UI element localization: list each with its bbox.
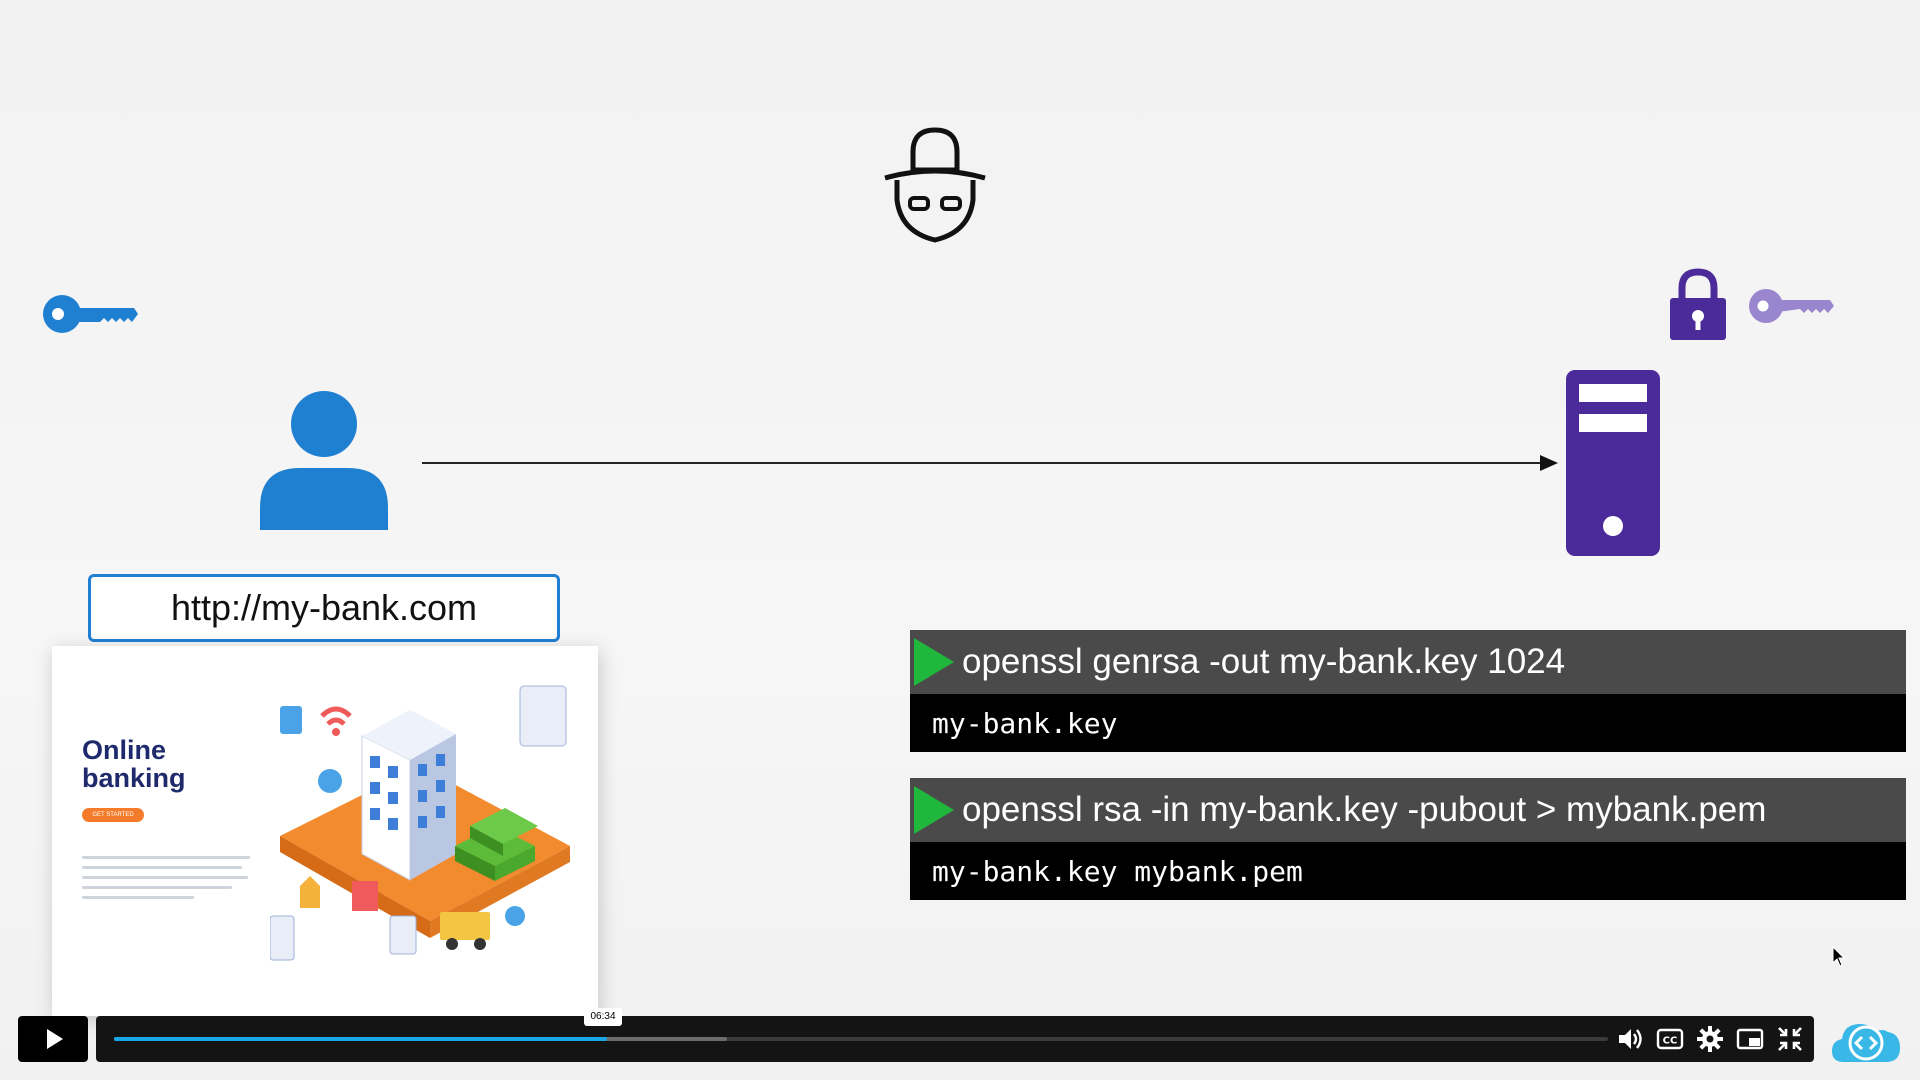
- terminal-command-row: openssl rsa -in my-bank.key -pubout > my…: [910, 778, 1906, 842]
- preview-text-line: [82, 866, 242, 869]
- settings-icon[interactable]: [1696, 1025, 1724, 1053]
- hacker-icon: [884, 127, 986, 243]
- preview-text-line: [82, 876, 248, 879]
- prompt-arrow-icon: [914, 638, 954, 686]
- played-bar: [114, 1037, 608, 1041]
- mouse-cursor-icon: [1832, 946, 1846, 967]
- captions-icon[interactable]: CC: [1656, 1025, 1684, 1053]
- progress-track[interactable]: [114, 1037, 1608, 1041]
- terminal-block-pubout: openssl rsa -in my-bank.key -pubout > my…: [910, 778, 1906, 900]
- url-bar: http://my-bank.com: [88, 574, 560, 642]
- exit-fullscreen-icon[interactable]: [1776, 1025, 1804, 1053]
- key-icon: [1749, 289, 1834, 323]
- time-tooltip: 06:34: [584, 1008, 622, 1026]
- svg-text:CC: CC: [1663, 1036, 1678, 1047]
- picture-in-picture-icon[interactable]: [1736, 1025, 1764, 1053]
- server-icon: [1566, 370, 1660, 556]
- terminal-block-genrsa: openssl genrsa -out my-bank.key 1024 my-…: [910, 630, 1906, 752]
- terminal-command-row: openssl genrsa -out my-bank.key 1024: [910, 630, 1906, 694]
- volume-icon[interactable]: [1616, 1025, 1644, 1053]
- prompt-arrow-icon: [914, 786, 954, 834]
- play-button[interactable]: [18, 1016, 88, 1062]
- play-icon: [47, 1029, 63, 1049]
- terminal-command: openssl rsa -in my-bank.key -pubout > my…: [962, 790, 1767, 829]
- preview-text-line: [82, 886, 232, 889]
- player-control-bar: CC: [96, 1016, 1814, 1062]
- request-arrow: [422, 455, 1558, 471]
- preview-title: Online banking: [82, 736, 252, 792]
- preview-title-line1: Online: [82, 735, 167, 765]
- banking-illustration: [270, 685, 570, 961]
- url-text: http://my-bank.com: [170, 587, 478, 628]
- website-preview: Online banking GET STARTED: [52, 646, 598, 1016]
- code-cloud-icon[interactable]: [1830, 1016, 1904, 1066]
- key-icon: [43, 295, 138, 333]
- preview-text-line: [82, 896, 194, 899]
- terminal-command: openssl genrsa -out my-bank.key 1024: [962, 642, 1566, 681]
- padlock-icon: [1670, 268, 1726, 340]
- terminal-output: my-bank.key mybank.pem: [910, 842, 1906, 900]
- preview-button: GET STARTED: [82, 808, 144, 822]
- user-icon: [260, 391, 388, 530]
- preview-title-line2: banking: [82, 763, 186, 793]
- preview-text-line: [82, 856, 250, 859]
- video-frame: http://my-bank.com Online banking GET ST…: [0, 0, 1920, 1080]
- terminal-output: my-bank.key: [910, 694, 1906, 752]
